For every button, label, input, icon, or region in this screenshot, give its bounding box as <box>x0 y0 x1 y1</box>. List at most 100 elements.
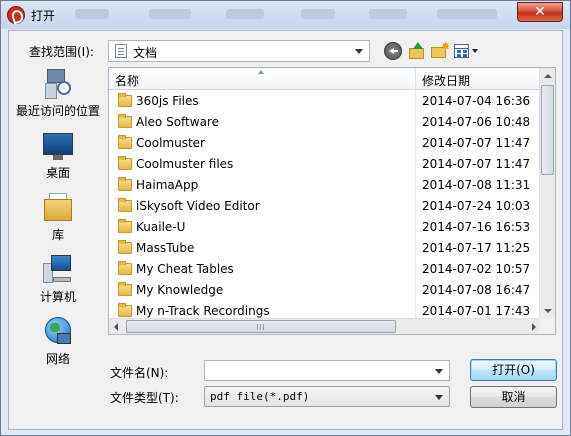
back-arrow-icon[interactable] <box>384 42 402 60</box>
place-computer[interactable]: 计算机 <box>12 253 104 313</box>
look-in-label: 查找范围(I): <box>29 45 94 59</box>
folder-icon <box>118 261 132 275</box>
file-date: 2014-07-08 16:47 <box>422 283 531 297</box>
place-label: 最近访问的位置 <box>15 104 100 118</box>
open-file-dialog: 打开 ✕ 查找范围(I): 文档 ✸ 最近访问的位置 桌面 库 计算机 网络 名… <box>0 0 571 436</box>
place-network[interactable]: 网络 <box>12 315 104 375</box>
blurred-title-segment <box>301 9 335 19</box>
title-bar: 打开 ✕ <box>1 1 570 29</box>
computer-icon <box>43 255 73 285</box>
place-libraries[interactable]: 库 <box>12 191 104 251</box>
blurred-title-segment <box>75 9 109 19</box>
blurred-title-segment <box>226 9 264 19</box>
recent-places-icon <box>43 69 73 99</box>
file-name: Coolmuster files <box>136 157 234 171</box>
file-rows: 360js Files 2014-07-04 16:36 Aleo Software… <box>109 91 541 334</box>
view-menu-icon[interactable] <box>454 42 480 60</box>
file-name: MassTube <box>136 241 195 255</box>
chevron-down-icon <box>435 395 443 400</box>
file-name: My Cheat Tables <box>136 262 234 276</box>
column-name-header[interactable]: 名称 <box>115 72 139 89</box>
filename-combo[interactable] <box>204 360 450 381</box>
blurred-title-segment <box>437 9 497 19</box>
blurred-title-segment <box>149 9 191 19</box>
filename-label: 文件名(N): <box>110 366 169 380</box>
file-date: 2014-07-17 11:25 <box>422 241 531 255</box>
place-label: 网络 <box>45 352 70 366</box>
file-date: 2014-07-16 16:53 <box>422 220 531 234</box>
close-button[interactable]: ✕ <box>517 2 563 22</box>
sort-ascending-icon <box>258 70 264 74</box>
places-bar: 最近访问的位置 桌面 库 计算机 网络 <box>12 67 104 367</box>
file-row[interactable]: MassTube 2014-07-17 11:25 <box>109 238 541 259</box>
desktop-icon <box>43 131 73 161</box>
folder-icon <box>118 135 132 149</box>
open-button[interactable]: 打开(O) <box>470 359 557 381</box>
column-date-header[interactable]: 修改日期 <box>422 72 470 89</box>
file-date: 2014-07-04 16:36 <box>422 94 531 108</box>
filetype-value: pdf file(*.pdf) <box>210 390 310 403</box>
file-row[interactable]: 360js Files 2014-07-04 16:36 <box>109 91 541 112</box>
file-name: 360js Files <box>136 94 199 108</box>
file-date: 2014-07-07 11:47 <box>422 157 531 171</box>
network-icon <box>43 317 73 347</box>
folder-icon <box>118 156 132 170</box>
file-row[interactable]: Aleo Software 2014-07-06 10:48 <box>109 112 541 133</box>
scroll-down-icon[interactable] <box>544 309 552 313</box>
folder-icon <box>118 282 132 296</box>
folder-icon <box>118 114 132 128</box>
file-list[interactable]: 名称 修改日期 360js Files 2014-07-04 16:36 Aleo … <box>108 67 556 335</box>
file-name: iSkysoft Video Editor <box>136 199 260 213</box>
up-one-level-icon[interactable] <box>408 42 426 60</box>
file-row[interactable]: HaimaApp 2014-07-08 11:31 <box>109 175 541 196</box>
file-name: Kuaile-U <box>136 220 186 234</box>
place-recent[interactable]: 最近访问的位置 <box>12 67 104 127</box>
file-row[interactable]: Coolmuster files 2014-07-07 11:47 <box>109 154 541 175</box>
file-date: 2014-07-24 10:03 <box>422 199 531 213</box>
place-label: 计算机 <box>39 290 76 304</box>
filetype-select[interactable]: pdf file(*.pdf) <box>204 386 450 407</box>
documents-folder-icon <box>115 44 127 58</box>
file-name: Aleo Software <box>136 115 219 129</box>
chevron-down-icon[interactable] <box>435 369 443 374</box>
blurred-title-segment <box>369 9 407 19</box>
look-in-value: 文档 <box>133 46 158 60</box>
file-row[interactable]: My Cheat Tables 2014-07-02 10:57 <box>109 259 541 280</box>
file-row[interactable]: My Knowledge 2014-07-08 16:47 <box>109 280 541 301</box>
file-row[interactable]: Kuaile-U 2014-07-16 16:53 <box>109 217 541 238</box>
look-in-dropdown[interactable]: 文档 <box>108 40 370 62</box>
file-name: My Knowledge <box>136 283 224 297</box>
filename-input[interactable] <box>205 361 430 380</box>
new-folder-icon[interactable]: ✸ <box>431 41 450 60</box>
scroll-up-icon[interactable] <box>544 74 552 78</box>
libraries-icon <box>43 193 73 223</box>
scroll-right-icon[interactable] <box>532 323 536 331</box>
vertical-scroll-thumb[interactable] <box>541 85 554 175</box>
horizontal-scrollbar[interactable] <box>109 318 541 334</box>
chevron-down-icon <box>355 49 363 54</box>
folder-icon <box>118 93 132 107</box>
cancel-button[interactable]: 取消 <box>470 386 557 408</box>
window-title: 打开 <box>31 9 56 23</box>
place-desktop[interactable]: 桌面 <box>12 129 104 189</box>
vertical-scrollbar[interactable] <box>539 68 555 319</box>
file-date: 2014-07-01 17:43 <box>422 304 531 318</box>
folder-icon <box>118 219 132 233</box>
horizontal-scroll-thumb[interactable] <box>126 320 396 333</box>
file-row[interactable]: iSkysoft Video Editor 2014-07-24 10:03 <box>109 196 541 217</box>
file-name: Coolmuster <box>136 136 205 150</box>
dialog-body: 查找范围(I): 文档 ✸ 最近访问的位置 桌面 库 计算机 网络 名称 修改日… <box>8 30 563 430</box>
file-date: 2014-07-06 10:48 <box>422 115 531 129</box>
column-header: 名称 修改日期 <box>109 68 541 90</box>
file-date: 2014-07-08 11:31 <box>422 178 531 192</box>
file-date: 2014-07-07 11:47 <box>422 136 531 150</box>
filetype-label: 文件类型(T): <box>110 391 179 405</box>
file-name: HaimaApp <box>136 178 199 192</box>
file-date: 2014-07-02 10:57 <box>422 262 531 276</box>
scroll-left-icon[interactable] <box>114 323 118 331</box>
folder-icon <box>118 303 132 317</box>
app-logo-icon <box>7 6 25 24</box>
place-label: 库 <box>51 228 64 242</box>
file-row[interactable]: Coolmuster 2014-07-07 11:47 <box>109 133 541 154</box>
file-name: My n-Track Recordings <box>136 304 270 318</box>
